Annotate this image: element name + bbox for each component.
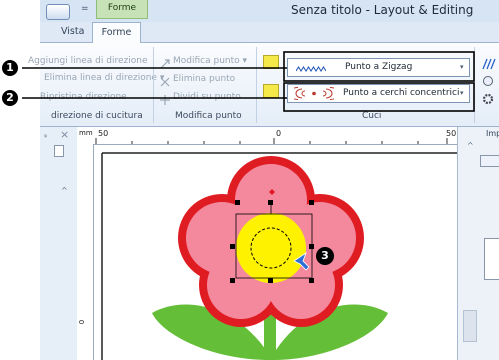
ruler-tick-label: 50 bbox=[446, 129, 457, 138]
callout-marker-2: 2 bbox=[2, 90, 18, 106]
scroll-up-icon[interactable]: ^ bbox=[467, 141, 474, 150]
scroll-up-icon[interactable]: ^ bbox=[61, 186, 68, 195]
ruler-vertical bbox=[77, 144, 94, 360]
callout-box-1 bbox=[283, 51, 475, 82]
flower-design[interactable] bbox=[94, 145, 457, 360]
property-box[interactable] bbox=[484, 238, 499, 280]
property-box[interactable] bbox=[480, 155, 499, 167]
close-pane-icon[interactable]: × bbox=[60, 128, 69, 141]
right-panel-header: Imp bbox=[486, 129, 499, 138]
flower-center bbox=[236, 213, 306, 283]
ruler-tick-label: 50 bbox=[98, 129, 109, 138]
left-panel bbox=[40, 127, 78, 360]
ruler-ticks bbox=[95, 138, 448, 144]
callout-marker-3: 3 bbox=[316, 247, 334, 265]
callout-marker-1: 1 bbox=[2, 60, 18, 76]
callout-box-2 bbox=[283, 82, 475, 112]
ruler-tick-label: 0 bbox=[276, 129, 282, 138]
panel-item-icon[interactable] bbox=[54, 145, 64, 157]
ruler-tick-label: 0 bbox=[78, 319, 87, 325]
scrollbar-thumb[interactable] bbox=[463, 310, 477, 342]
pin-pane-icon[interactable]: ᵩ bbox=[44, 130, 47, 139]
ruler-unit-label: mm bbox=[79, 129, 93, 137]
